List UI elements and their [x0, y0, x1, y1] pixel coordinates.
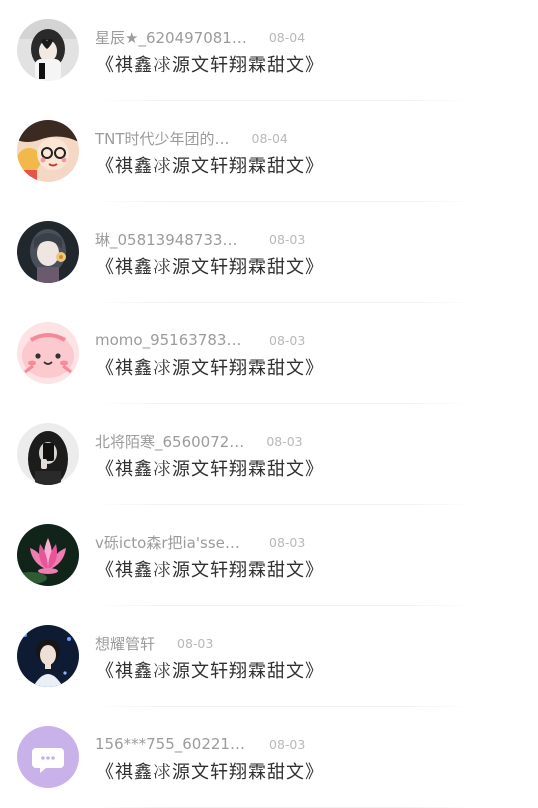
message-text[interactable]: 《祺鑫𠗈源文轩翔霖甜文》: [96, 556, 324, 582]
girl-phone-selfie-avatar[interactable]: [17, 423, 79, 485]
message-meta: 琳_0581394873329… 08-03: [95, 228, 305, 250]
message-text[interactable]: 《祺鑫𠗈源文轩翔霖甜文》: [96, 152, 324, 178]
message-text[interactable]: 《祺鑫𠗈源文轩翔霖甜文》: [96, 758, 324, 784]
pink-blob-avatar[interactable]: [17, 322, 79, 384]
lotus-flower-avatar[interactable]: [17, 524, 79, 586]
message-date: 08-03: [269, 736, 306, 752]
message-text[interactable]: 《祺鑫𠗈源文轩翔霖甜文》: [96, 354, 324, 380]
girl-heart-hands-avatar[interactable]: [17, 19, 79, 81]
message-date: 08-04: [251, 130, 288, 146]
default-chat-bubble-avatar[interactable]: [17, 726, 79, 788]
anime-girl-flower-avatar[interactable]: [17, 221, 79, 283]
message-date: 08-03: [269, 332, 306, 348]
sender-name[interactable]: v砾icto森r把ia'ssec…: [95, 532, 247, 553]
list-item[interactable]: 想耀管轩 08-03 《祺鑫𠗈源文轩翔霖甜文》: [0, 606, 538, 707]
list-item[interactable]: 156***755_6022192… 08-03 《祺鑫𠗈源文轩翔霖甜文》: [0, 707, 538, 808]
message-meta: TNT时代少年团的… 08-04: [95, 127, 288, 149]
sender-name[interactable]: TNT时代少年团的…: [95, 128, 230, 149]
message-text[interactable]: 《祺鑫𠗈源文轩翔霖甜文》: [96, 51, 324, 77]
list-item[interactable]: TNT时代少年团的… 08-04 《祺鑫𠗈源文轩翔霖甜文》: [0, 101, 538, 202]
message-meta: 北将陌寒_6560072… 08-03: [95, 430, 303, 452]
message-text[interactable]: 《祺鑫𠗈源文轩翔霖甜文》: [96, 253, 324, 279]
list-item[interactable]: v砾icto森r把ia'ssec… 08-03 《祺鑫𠗈源文轩翔霖甜文》: [0, 505, 538, 606]
message-date: 08-03: [269, 231, 306, 247]
message-date: 08-03: [266, 433, 303, 449]
message-meta: v砾icto森r把ia'ssec… 08-03: [95, 531, 305, 553]
sender-name[interactable]: momo_95163783945…: [95, 331, 247, 349]
list-item[interactable]: 北将陌寒_6560072… 08-03 《祺鑫𠗈源文轩翔霖甜文》: [0, 404, 538, 505]
message-meta: momo_95163783945… 08-03: [95, 329, 305, 351]
message-meta: 想耀管轩 08-03: [95, 632, 213, 654]
message-date: 08-04: [268, 29, 306, 45]
message-text[interactable]: 《祺鑫𠗈源文轩翔霖甜文》: [96, 657, 324, 683]
sender-name[interactable]: 想耀管轩: [95, 633, 155, 654]
list-item[interactable]: 琳_0581394873329… 08-03 《祺鑫𠗈源文轩翔霖甜文》: [0, 202, 538, 303]
message-date: 08-03: [177, 635, 214, 651]
boy-stage-avatar[interactable]: [17, 625, 79, 687]
list-item[interactable]: 星辰★_620497081… 08-04 《祺鑫𠗈源文轩翔霖甜文》: [0, 0, 538, 101]
sender-name[interactable]: 琳_0581394873329…: [95, 229, 247, 250]
message-meta: 星辰★_620497081… 08-04: [95, 26, 305, 48]
message-date: 08-03: [269, 534, 306, 550]
message-list: 星辰★_620497081… 08-04 《祺鑫𠗈源文轩翔霖甜文》 TNT时代少…: [0, 0, 538, 808]
message-meta: 156***755_6022192… 08-03: [95, 733, 305, 755]
cartoon-girl-glasses-avatar[interactable]: [17, 120, 79, 182]
message-text[interactable]: 《祺鑫𠗈源文轩翔霖甜文》: [96, 455, 324, 481]
sender-name[interactable]: 星辰★_620497081…: [95, 27, 247, 48]
list-item[interactable]: momo_95163783945… 08-03 《祺鑫𠗈源文轩翔霖甜文》: [0, 303, 538, 404]
sender-name[interactable]: 156***755_6022192…: [95, 735, 247, 753]
sender-name[interactable]: 北将陌寒_6560072…: [95, 431, 244, 452]
